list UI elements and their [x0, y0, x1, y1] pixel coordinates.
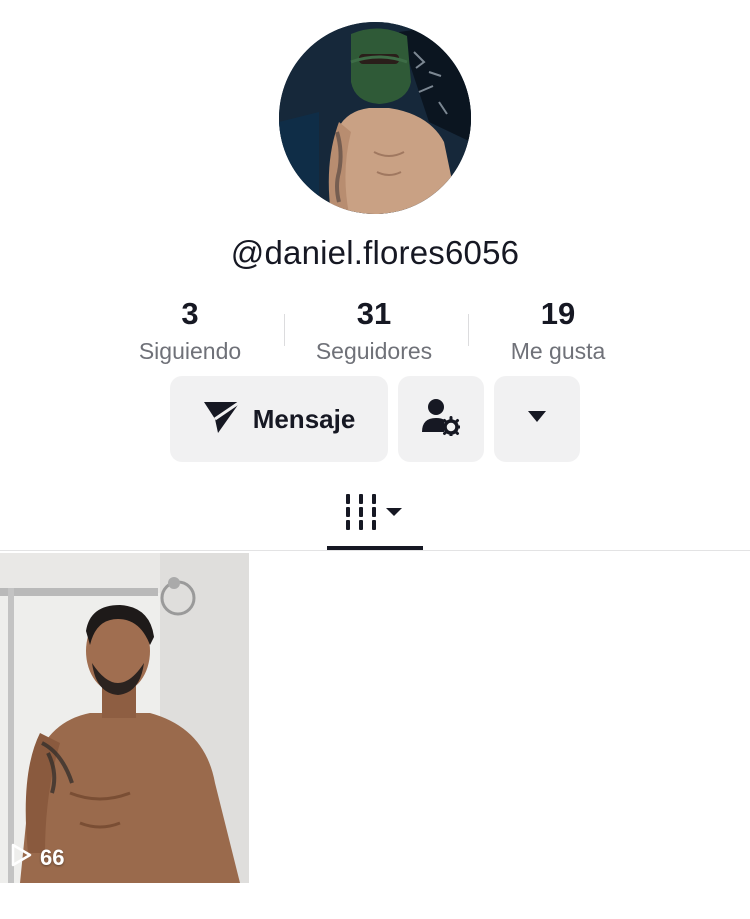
- tab-active-indicator: [327, 546, 423, 550]
- caret-down-icon: [528, 410, 546, 428]
- play-icon: [10, 843, 40, 873]
- profile-avatar[interactable]: [279, 22, 471, 214]
- more-button[interactable]: [494, 376, 580, 462]
- friend-settings-button[interactable]: [398, 376, 484, 462]
- avatar-photo: [279, 22, 471, 214]
- stat-following[interactable]: 3 Siguiendo: [98, 294, 282, 374]
- video-thumbnail[interactable]: 66: [0, 553, 249, 883]
- video-thumbnail-image: [0, 553, 249, 883]
- user-settings-icon: [422, 398, 462, 441]
- message-button[interactable]: Mensaje: [170, 376, 388, 462]
- profile-tabbar: [0, 478, 750, 551]
- message-button-label: Mensaje: [252, 403, 356, 434]
- stat-followers-value: 31: [356, 296, 392, 331]
- stat-likes-label: Me gusta: [510, 338, 606, 364]
- stat-followers-label: Seguidores: [315, 338, 433, 364]
- grid-icon: [344, 494, 406, 535]
- stat-divider: [284, 314, 285, 346]
- stat-likes-value: 19: [540, 296, 576, 331]
- tab-videos[interactable]: [327, 478, 423, 551]
- send-icon: [203, 400, 241, 439]
- stat-divider: [468, 314, 469, 346]
- stat-followers[interactable]: 31 Seguidores: [282, 294, 466, 374]
- stat-following-value: 3: [181, 296, 199, 331]
- profile-stats: 3 Siguiendo 31 Seguidores 19 Me gusta: [98, 294, 650, 374]
- stat-likes[interactable]: 19 Me gusta: [466, 294, 650, 374]
- video-views-count: 66: [40, 845, 65, 870]
- stat-following-label: Siguiendo: [138, 338, 242, 364]
- video-views: 66: [10, 843, 64, 873]
- username: @daniel.flores6056: [230, 234, 520, 271]
